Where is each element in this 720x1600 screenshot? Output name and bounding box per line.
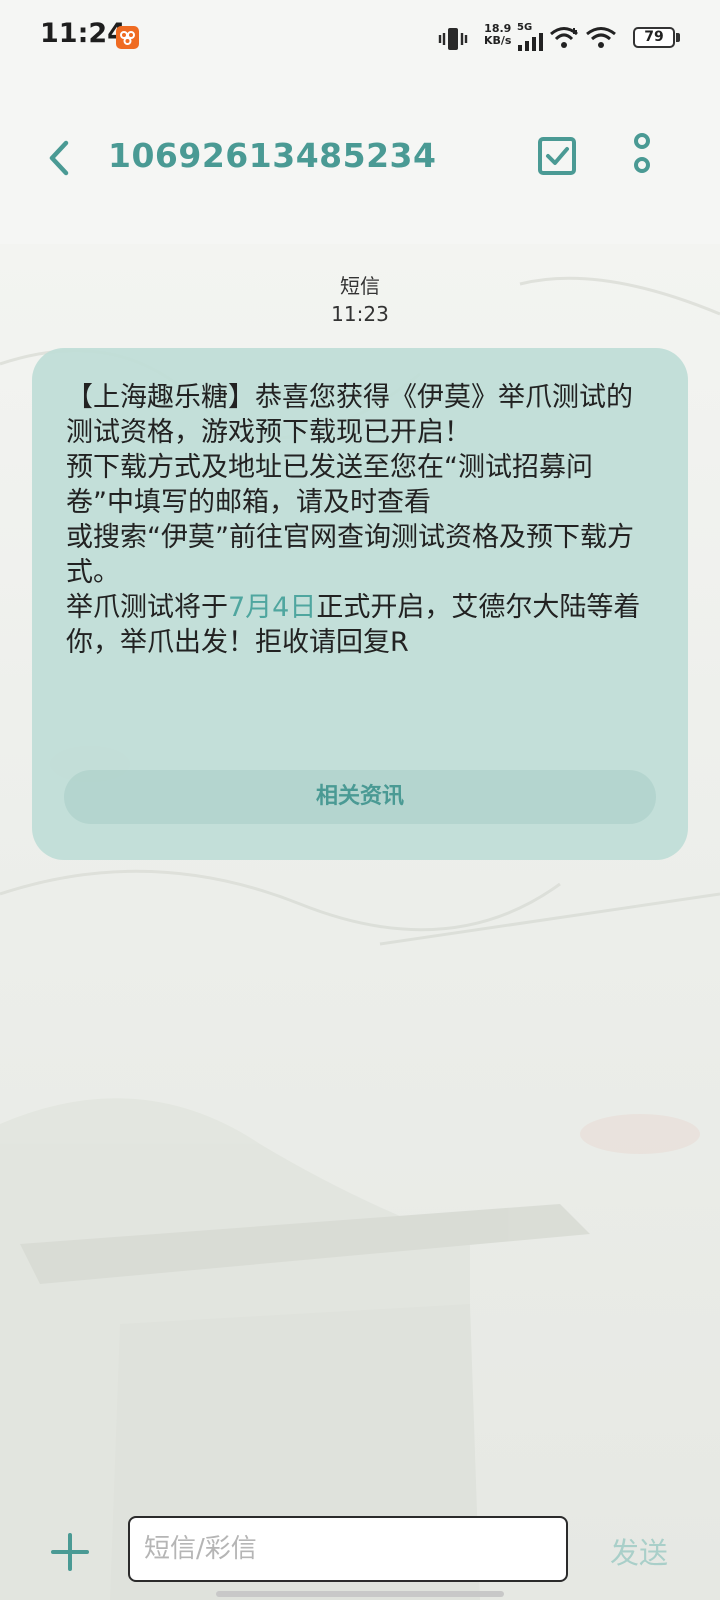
status-bar: 11:24 18.9 KB/s 5G 79	[0, 0, 720, 78]
battery-level: 79	[644, 29, 664, 45]
composer-bar: 发送	[0, 1500, 720, 1600]
message-text: 举爪测试将于	[66, 592, 228, 623]
message-body: 【上海趣乐糖】恭喜您获得《伊莫》举爪测试的测试资格，游戏预下载现已开启！ 预下载…	[66, 380, 656, 660]
battery-cap	[676, 33, 680, 42]
conversation-title: 10692613485234	[108, 136, 437, 175]
app-notification-icon	[116, 26, 139, 49]
message-line-last: 举爪测试将于7月4日正式开启，艾德尔大陆等着你，举爪出发！拒收请回复R	[66, 590, 656, 660]
home-indicator[interactable]	[216, 1591, 504, 1597]
message-line: 预下载方式及地址已发送至您在“测试招募问卷”中填写的邮箱，请及时查看	[66, 452, 593, 518]
net-speed: 18.9 KB/s	[484, 23, 511, 47]
select-check-icon	[538, 137, 576, 175]
more-options-button[interactable]	[630, 132, 654, 182]
message-timestamp: 11:23	[331, 302, 389, 326]
message-line: 【上海趣乐糖】恭喜您获得《伊莫》举爪测试的测试资格，游戏预下载现已开启！	[66, 382, 633, 448]
battery-icon: 79	[633, 27, 675, 48]
status-time: 11:24	[40, 18, 126, 49]
date-link[interactable]: 7月4日	[228, 592, 316, 623]
conversation-header: 10692613485234	[0, 78, 720, 244]
message-bubble[interactable]: 【上海趣乐糖】恭喜您获得《伊莫》举爪测试的测试资格，游戏预下载现已开启！ 预下载…	[32, 348, 688, 860]
more-icon	[634, 133, 650, 173]
related-info-button[interactable]: 相关资讯	[64, 770, 656, 824]
net-speed-unit: KB/s	[484, 34, 512, 47]
select-messages-button[interactable]	[537, 136, 577, 176]
message-meta: 短信 11:23	[0, 272, 720, 328]
back-button[interactable]	[38, 133, 82, 183]
signal-icon	[518, 33, 543, 51]
message-line: 或搜索“伊莫”前往官网查询测试资格及预下载方式。	[66, 522, 634, 588]
back-icon	[49, 140, 69, 176]
message-input[interactable]	[128, 1516, 568, 1582]
wifi-icon	[550, 27, 578, 48]
vibrate-icon	[438, 28, 468, 50]
message-type-label: 短信	[340, 274, 380, 298]
send-button[interactable]: 发送	[610, 1530, 668, 1572]
wifi-icon	[586, 27, 616, 48]
plus-icon	[51, 1533, 89, 1571]
add-attachment-button[interactable]	[50, 1532, 90, 1572]
